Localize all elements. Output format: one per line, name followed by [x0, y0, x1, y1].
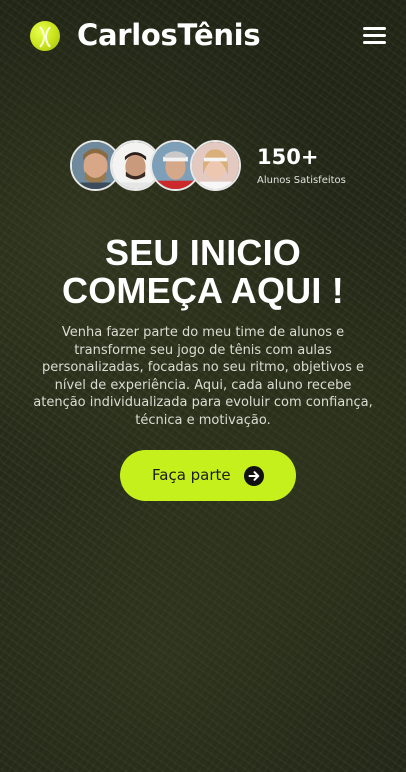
hamburger-menu-icon[interactable]: [363, 27, 386, 45]
hero-headline-line-2: COMEÇA AQUI !: [62, 270, 344, 311]
join-button-label: Faça parte: [152, 466, 231, 484]
join-button[interactable]: Faça parte: [120, 450, 296, 501]
brand-name[interactable]: CarlosTênis: [77, 18, 261, 52]
hero-headline: SEU INICIO COMEÇA AQUI !: [0, 234, 406, 310]
hero-headline-line-1: SEU INICIO: [104, 232, 302, 273]
hero-description: Venha fazer parte do meu time de alunos …: [33, 325, 373, 428]
site-header: CarlosTênis: [0, 0, 406, 76]
arrow-right-circle-icon: [244, 466, 264, 486]
students-summary: 150+ Alunos Satisfeitos: [70, 140, 360, 191]
avatar: [190, 140, 241, 191]
tennis-ball-icon[interactable]: [30, 21, 60, 52]
students-count-label: Alunos Satisfeitos: [257, 175, 346, 186]
students-count: 150+: [257, 145, 319, 169]
